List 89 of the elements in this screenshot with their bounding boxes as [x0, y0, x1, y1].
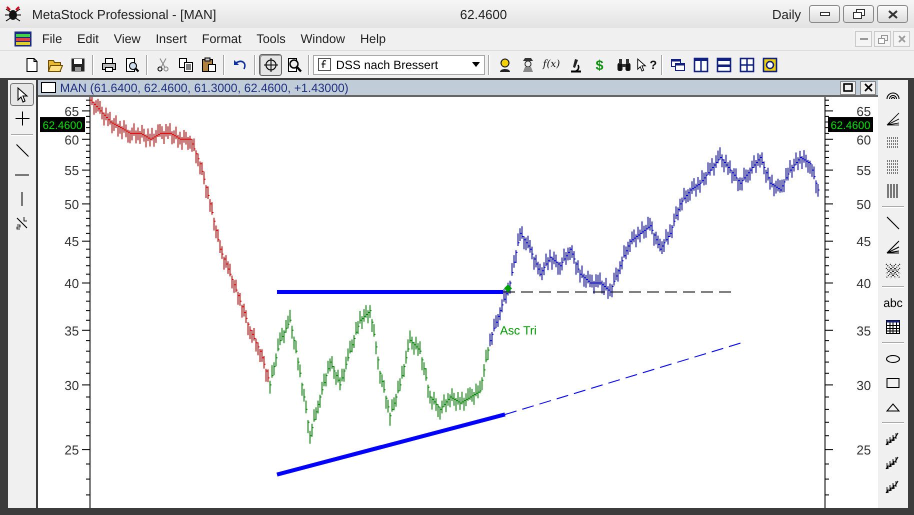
steps-icon [885, 478, 901, 494]
menu-item[interactable]: Edit [69, 32, 106, 46]
axis-tick-label: 40 [856, 276, 871, 291]
dotted-lines-icon [885, 134, 901, 150]
axis-tick-label: 30 [64, 378, 79, 393]
gear-icon [762, 56, 778, 72]
menu-item[interactable]: Tools [248, 32, 293, 46]
diagonal-line-icon [16, 144, 28, 157]
minimize-icon [860, 38, 868, 40]
axis-tick-label: 60 [856, 132, 871, 148]
axis-tick-label: 65 [856, 104, 871, 119]
period-label: Daily [772, 6, 801, 22]
restore-icon [852, 9, 864, 19]
columns-icon [692, 56, 708, 72]
menu-item[interactable]: File [34, 32, 70, 46]
menu-item[interactable]: View [106, 32, 148, 46]
price-tag: 62.4600 [40, 117, 85, 132]
minimize-icon [820, 12, 830, 16]
restore-icon [878, 34, 888, 44]
steps-icon [885, 454, 901, 470]
menu-item[interactable]: Insert [148, 32, 194, 46]
axis-tick-label: 50 [64, 196, 79, 212]
toolbar-button[interactable] [259, 54, 282, 76]
dropdown-value: DSS nach Bressert [336, 58, 440, 72]
binoculars-icon [616, 56, 632, 72]
close-icon [864, 83, 872, 92]
axis-tick-label: 25 [856, 442, 871, 458]
page-magnifier-icon [124, 56, 140, 72]
printer-icon [100, 56, 116, 72]
maximize-icon [843, 83, 853, 92]
horizontal-line-icon [14, 174, 30, 176]
rows-icon [716, 56, 732, 72]
price-readout: 62.4600 [460, 6, 508, 22]
vertical-line-icon [21, 190, 23, 206]
grid-icon [738, 56, 754, 72]
split-line-icon [14, 214, 30, 230]
axis-tick-label: 55 [856, 163, 871, 178]
document-icon [14, 31, 32, 47]
tool-button[interactable]: $ [587, 54, 612, 76]
price-tag: 62.4600 [828, 117, 873, 132]
dotted-lines-icon [885, 158, 901, 174]
axis-tick-label: 60 [64, 132, 79, 148]
fan-lines-icon [885, 238, 901, 254]
axis-tick-label: 55 [64, 163, 79, 178]
axis-tick-label: 45 [64, 234, 79, 250]
window-icon [41, 82, 56, 93]
close-icon [888, 10, 898, 18]
axis-tick-label: 50 [856, 196, 871, 212]
close-button[interactable] [877, 5, 908, 23]
drawing-tool-button[interactable]: abc [881, 291, 905, 314]
drawing-tool-button[interactable] [10, 83, 34, 106]
menu-item[interactable]: Help [352, 32, 393, 46]
axis-tick-label: 40 [64, 276, 79, 291]
tool-button[interactable]: f(x) [539, 54, 564, 76]
crosshair-icon [262, 56, 278, 72]
bug-logo-icon [4, 6, 22, 22]
toolbar-button[interactable]: ? [635, 54, 658, 76]
magnifier-icon [286, 56, 302, 72]
restore-button[interactable] [843, 5, 874, 23]
axis-tick-label: 45 [856, 234, 871, 250]
menu-item[interactable]: Format [194, 32, 248, 46]
pattern-label: Asc Tri [500, 323, 537, 338]
close-button[interactable] [860, 80, 876, 94]
scissors-icon [154, 56, 170, 72]
cross-icon [14, 111, 30, 126]
maximize-button[interactable] [840, 80, 856, 94]
table-icon [885, 318, 901, 334]
fan-lines-icon [885, 110, 901, 126]
axis-tick-label: 35 [856, 323, 871, 338]
chart-title: MAN (61.6400, 62.4600, 61.3000, 62.4600, +1.43000) [60, 80, 350, 94]
steps-icon [885, 430, 901, 446]
axis-tick-label: 35 [64, 323, 79, 338]
lattice-icon [885, 262, 901, 278]
function-icon [318, 58, 331, 71]
menu-item[interactable]: Window [292, 32, 352, 46]
caret-icon [472, 62, 480, 67]
clipboard-icon [200, 56, 216, 72]
close-icon [898, 35, 906, 43]
minimize-button[interactable] [809, 5, 840, 23]
signal-marker [504, 284, 512, 292]
indicator-dropdown[interactable]: DSS nach Bressert [313, 54, 485, 74]
axis-tick-label: 30 [856, 378, 871, 393]
diagonal-line-icon [885, 214, 901, 230]
pages-icon [178, 56, 194, 72]
window-title: MetaStock Professional - [MAN] [32, 6, 218, 22]
page-icon [24, 56, 40, 72]
axis-tick-label: 25 [64, 442, 79, 458]
axis-tick-label: 65 [64, 104, 79, 119]
windows-icon [670, 56, 686, 72]
